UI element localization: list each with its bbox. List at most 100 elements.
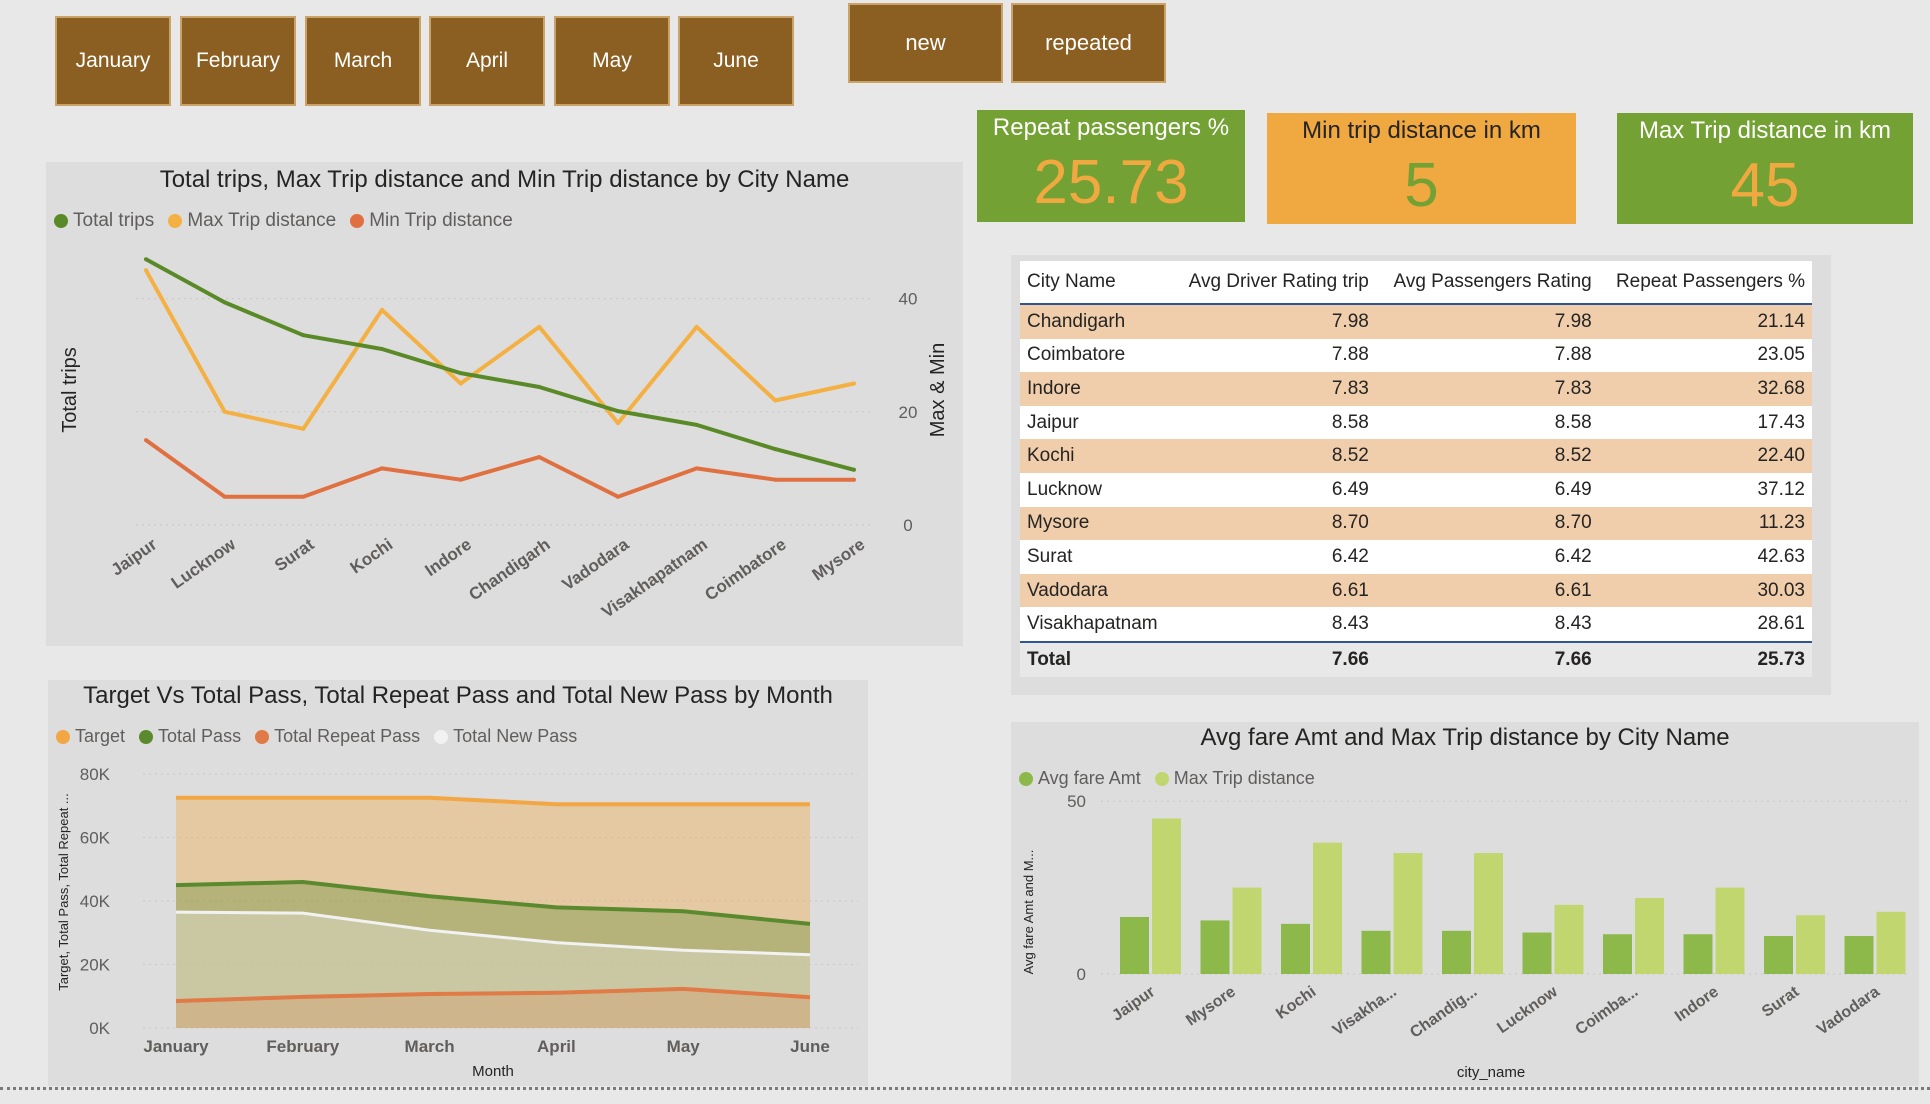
min-trip-distance-line — [144, 438, 854, 499]
table-cell: 8.52 — [1171, 439, 1376, 473]
table-cell: Kochi — [1020, 439, 1172, 473]
trips-by-city-panel: Total trips, Max Trip distance and Min T… — [46, 162, 963, 646]
table-row[interactable]: Kochi 8.52 8.52 22.40 — [1020, 439, 1812, 473]
table-row[interactable]: Surat 6.42 6.42 42.63 — [1020, 540, 1812, 574]
avg-fare-bar — [1844, 935, 1874, 974]
slicer-new[interactable]: new — [848, 3, 1003, 83]
table-cell: 37.12 — [1598, 472, 1812, 507]
min-trip-distance-label: Min trip distance in km — [1302, 117, 1541, 144]
area-x-tick-label: April — [537, 1037, 576, 1056]
trips-line-chart[interactable]: Total trips Max & Min 0 20 40 Jaipur Lucknow… — [46, 162, 963, 646]
max-trip-distance-point — [694, 324, 699, 329]
table-cell: 42.63 — [1598, 540, 1812, 574]
area-y-tick-label: 80K — [80, 765, 111, 784]
max-trip-distance-bar — [1554, 904, 1584, 974]
avg-fare-bar — [1361, 930, 1391, 974]
slicer-june[interactable]: June — [678, 16, 794, 106]
y2-tick-label: 0 — [903, 516, 912, 535]
table-cell: 7.98 — [1171, 304, 1376, 339]
table-cell: 8.70 — [1375, 506, 1599, 541]
table-cell: 30.03 — [1598, 573, 1812, 608]
trips-y-axis-title: Total trips — [59, 347, 81, 433]
min-trip-distance-point — [537, 455, 542, 460]
fare-vs-distance-panel: Avg fare Amt and Max Trip distance by Ci… — [1011, 722, 1919, 1086]
bar-x-tick-label: Visakha... — [1330, 983, 1400, 1039]
min-trip-distance-point — [222, 494, 227, 499]
table-row[interactable]: Jaipur 8.58 8.58 17.43 — [1020, 405, 1812, 440]
min-trip-distance-point — [458, 477, 463, 482]
table-row[interactable]: Vadodara 6.61 6.61 30.03 — [1020, 573, 1812, 608]
area-x-tick-label: March — [405, 1037, 455, 1056]
area-x-tick-label: June — [790, 1037, 830, 1056]
table-row[interactable]: Mysore 8.70 8.70 11.23 — [1020, 506, 1812, 541]
table-cell: Surat — [1020, 540, 1172, 574]
x-tick-label-city: Indore — [422, 535, 475, 580]
repeat-passengers-value: 25.73 — [1033, 148, 1189, 217]
table-cell: 22.40 — [1598, 439, 1812, 473]
total-trips-point — [222, 300, 227, 305]
min-trip-distance-point — [144, 438, 148, 443]
avg-fare-bar — [1200, 920, 1230, 974]
slicer-repeated[interactable]: repeated — [1011, 3, 1166, 83]
table-row[interactable]: Visakhapatnam 8.43 8.43 28.61 — [1020, 607, 1812, 642]
area-y-tick-label: 60K — [80, 829, 111, 848]
x-tick-label-city: Chandigarh — [465, 535, 553, 605]
table-cell: Coimbatore — [1020, 338, 1172, 373]
slicer-february[interactable]: February — [180, 16, 296, 106]
table-row[interactable]: Coimbatore 7.88 7.88 23.05 — [1020, 338, 1812, 373]
table-row[interactable]: Chandigarh 7.98 7.98 21.14 — [1020, 304, 1812, 339]
total-trips-point — [301, 333, 306, 338]
bar-y-tick-label: 0 — [1077, 965, 1086, 984]
table-cell: 7.98 — [1375, 304, 1599, 339]
bar-x-tick-label: Chandig... — [1407, 983, 1480, 1041]
table-cell: 7.66 — [1375, 640, 1599, 677]
table-cell: 6.61 — [1171, 573, 1376, 608]
table-cell: 8.70 — [1171, 506, 1376, 541]
city-ratings-table[interactable]: City Name Avg Driver Rating trip Avg Pas… — [1020, 261, 1812, 677]
table-cell: 6.61 — [1375, 573, 1599, 608]
slicer-march[interactable]: March — [305, 16, 421, 106]
max-trip-distance-line — [144, 269, 855, 431]
table-total-row[interactable]: Total 7.66 7.66 25.73 — [1020, 640, 1812, 677]
bar-x-tick-label: Surat — [1759, 983, 1803, 1021]
total-trips-line — [145, 257, 855, 472]
avg-fare-bar — [1281, 923, 1310, 974]
total-trips-point — [537, 384, 542, 389]
max-trip-distance-bar — [1232, 887, 1262, 974]
table-cell: Jaipur — [1020, 405, 1172, 440]
max-trip-distance-point — [458, 381, 463, 386]
table-cell: 8.58 — [1171, 405, 1376, 440]
table-cell: 23.05 — [1598, 338, 1812, 373]
target-vs-pass-area-chart[interactable]: Target, Total Pass, Total Repeat ... Mon… — [48, 680, 868, 1086]
table-cell: Visakhapatnam — [1020, 607, 1172, 642]
total-trips-point — [380, 346, 384, 351]
col-city-name[interactable]: City Name — [1020, 261, 1172, 305]
table-cell: 7.83 — [1375, 372, 1599, 406]
table-cell: Chandigarh — [1020, 304, 1172, 339]
slicer-january[interactable]: January — [55, 16, 171, 106]
col-avg-driver-rating[interactable]: Avg Driver Rating trip — [1171, 261, 1376, 305]
area-x-tick-label: January — [143, 1037, 209, 1056]
area-x-tick-label: February — [266, 1037, 339, 1056]
table-row[interactable]: Lucknow 6.49 6.49 37.12 — [1020, 472, 1812, 507]
table-row[interactable]: Indore 7.83 7.83 32.68 — [1020, 372, 1812, 406]
bar-x-axis-title: city_name — [1457, 1064, 1525, 1081]
max-trip-distance-value: 45 — [1730, 151, 1800, 220]
bar-y-axis-title: Avg fare Amt and M... — [1021, 850, 1036, 975]
total-trips-point — [144, 257, 148, 262]
col-avg-passengers-rating[interactable]: Avg Passengers Rating — [1375, 261, 1599, 305]
max-trip-distance-point — [144, 268, 148, 273]
fare-vs-distance-bar-chart[interactable]: Avg fare Amt and M... city_name 0 50 Jaipu… — [1011, 722, 1919, 1086]
table-cell: 17.43 — [1598, 405, 1812, 440]
bar-x-tick-label: Vadodara — [1814, 983, 1883, 1038]
total-trips-point — [852, 467, 856, 472]
table-cell: 8.58 — [1375, 405, 1599, 440]
min-trip-distance-value: 5 — [1404, 151, 1439, 220]
area-y-tick-label: 20K — [80, 956, 111, 975]
slicer-may[interactable]: May — [554, 16, 670, 106]
table-cell: 7.88 — [1171, 338, 1376, 373]
slicer-april[interactable]: April — [429, 16, 545, 106]
area-y-tick-label: 0K — [89, 1019, 110, 1038]
col-repeat-passengers-pct[interactable]: Repeat Passengers % — [1598, 261, 1812, 305]
x-tick-label-city: Vadodara — [559, 534, 633, 594]
